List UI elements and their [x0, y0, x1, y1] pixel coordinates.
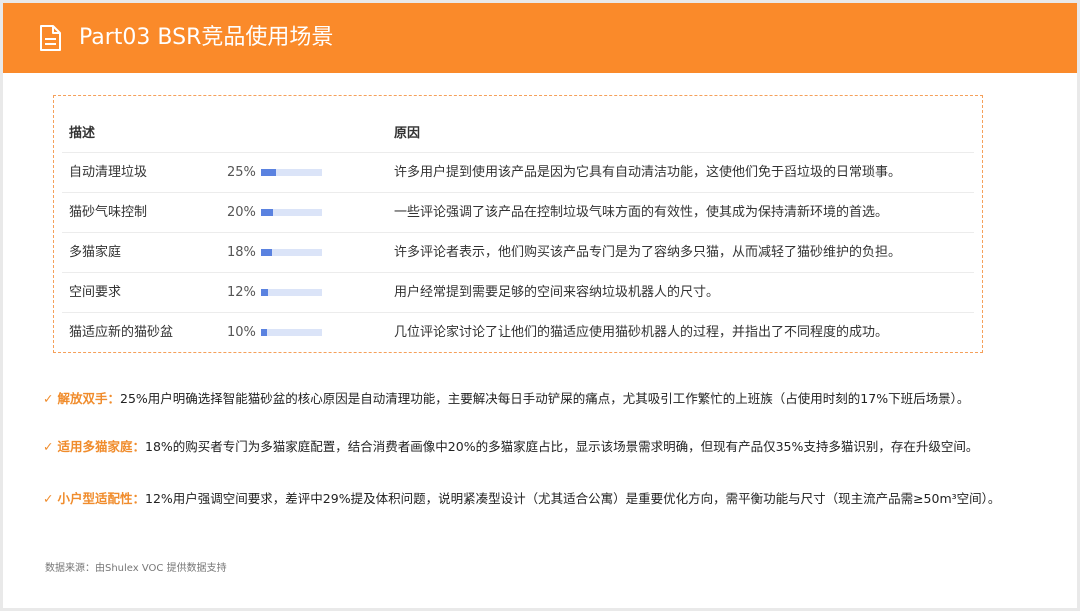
percent-bar — [261, 209, 322, 216]
table-row: 空间要求 12% 用户经常提到需要足够的空间来容纳垃圾机器人的尺寸。 — [62, 272, 974, 313]
row-reason: 用户经常提到需要足够的空间来容纳垃圾机器人的尺寸。 — [394, 285, 720, 300]
bullet-text: 25%用户明确选择智能猫砂盆的核心原因是自动清理功能，主要解决每日手动铲屎的痛点… — [120, 391, 970, 406]
insight-bullet: ✓ 适用多猫家庭：18%的购买者专门为多猫家庭配置，结合消费者画像中20%的多猫家… — [43, 437, 978, 457]
percent-bar-fill — [261, 289, 269, 296]
percent-bar-fill — [261, 329, 268, 336]
checkmark-icon: ✓ — [43, 491, 54, 506]
row-desc: 多猫家庭 — [69, 245, 122, 260]
row-desc: 自动清理垃圾 — [69, 165, 148, 180]
bullet-label: 解放双手： — [57, 391, 120, 406]
slide: Part03 BSR竞品使用场景 描述 原因 自动清理垃圾 25% 许多用户提到… — [3, 3, 1077, 608]
percent-bar — [261, 329, 322, 336]
table-row: 自动清理垃圾 25% 许多用户提到使用该产品是因为它具有自动清洁功能，这使他们免… — [62, 152, 974, 193]
insight-bullet: ✓ 解放双手：25%用户明确选择智能猫砂盆的核心原因是自动清理功能，主要解决每日手… — [43, 389, 969, 409]
row-desc: 空间要求 — [69, 285, 122, 300]
bullet-label: 适用多猫家庭： — [57, 439, 145, 454]
row-desc: 猫适应新的猫砂盆 — [69, 325, 174, 340]
row-reason: 许多评论者表示，他们购买该产品专门是为了容纳多只猫，从而减轻了猫砂维护的负担。 — [394, 245, 902, 260]
bullet-text: 18%的购买者专门为多猫家庭配置，结合消费者画像中20%的多猫家庭占比，显示该场… — [145, 439, 979, 454]
column-header-reason: 原因 — [394, 126, 421, 141]
page-title: Part03 BSR竞品使用场景 — [79, 25, 334, 50]
table-row: 猫适应新的猫砂盆 10% 几位评论家讨论了让他们的猫适应使用猫砂机器人的过程，并… — [62, 312, 974, 353]
row-reason: 许多用户提到使用该产品是因为它具有自动清洁功能，这使他们免于舀垃圾的日常琐事。 — [394, 165, 902, 180]
percent-bar-fill — [261, 169, 277, 176]
scenario-table: 描述 原因 自动清理垃圾 25% 许多用户提到使用该产品是因为它具有自动清洁功能… — [53, 95, 983, 353]
percent-bar-fill — [261, 249, 272, 256]
checkmark-icon: ✓ — [43, 439, 54, 454]
percent-bar — [261, 169, 322, 176]
row-desc: 猫砂气味控制 — [69, 205, 148, 220]
row-percent: 25% — [227, 165, 256, 180]
table-row: 多猫家庭 18% 许多评论者表示，他们购买该产品专门是为了容纳多只猫，从而减轻了… — [62, 232, 974, 273]
header-bar: Part03 BSR竞品使用场景 — [3, 3, 1077, 73]
document-icon — [40, 25, 61, 51]
insight-bullet: ✓ 小户型适配性：12%用户强调空间要求，差评中29%提及体积问题，说明紧凑型设计… — [43, 489, 1000, 509]
checkmark-icon: ✓ — [43, 391, 54, 406]
bullet-text: 12%用户强调空间要求，差评中29%提及体积问题，说明紧凑型设计（尤其适合公寓）… — [145, 491, 1001, 506]
row-reason: 几位评论家讨论了让他们的猫适应使用猫砂机器人的过程，并指出了不同程度的成功。 — [394, 325, 889, 340]
row-percent: 20% — [227, 205, 256, 220]
row-reason: 一些评论强调了该产品在控制垃圾气味方面的有效性，使其成为保持清新环境的首选。 — [394, 205, 889, 220]
row-percent: 10% — [227, 325, 256, 340]
percent-bar — [261, 289, 322, 296]
data-source-note: 数据来源：由Shulex VOC 提供数据支持 — [45, 563, 227, 574]
column-header-desc: 描述 — [69, 126, 96, 141]
row-percent: 18% — [227, 245, 256, 260]
percent-bar — [261, 249, 322, 256]
table-row: 猫砂气味控制 20% 一些评论强调了该产品在控制垃圾气味方面的有效性，使其成为保… — [62, 192, 974, 233]
percent-bar-fill — [261, 209, 274, 216]
row-percent: 12% — [227, 285, 256, 300]
bullet-label: 小户型适配性： — [57, 491, 145, 506]
